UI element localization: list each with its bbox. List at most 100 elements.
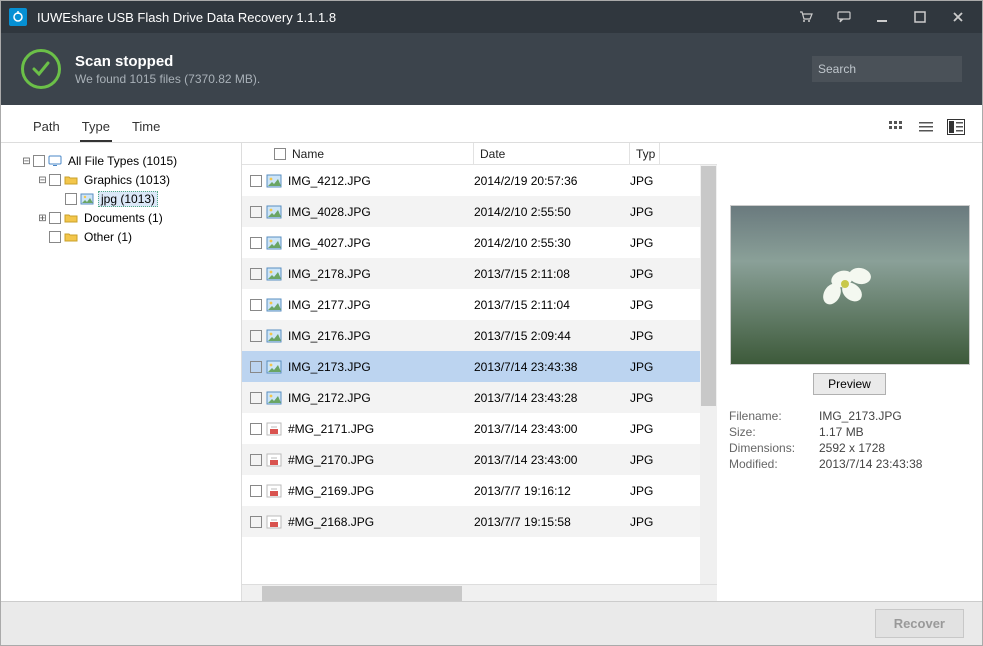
- file-type: JPG: [630, 515, 660, 529]
- search-box[interactable]: [812, 56, 962, 82]
- tree-collapse-icon[interactable]: ⊟: [21, 156, 32, 167]
- file-date: 2013/7/14 23:43:28: [474, 391, 630, 405]
- status-subtext: We found 1015 files (7370.82 MB).: [75, 72, 260, 86]
- view-detail-icon[interactable]: [948, 120, 964, 134]
- search-input[interactable]: [818, 62, 973, 76]
- tree-expand-icon[interactable]: ⊞: [37, 213, 48, 224]
- checkbox[interactable]: [65, 193, 77, 205]
- feedback-icon[interactable]: [836, 9, 852, 25]
- preview-panel: Preview Filename: IMG_2173.JPG Size: 1.1…: [717, 143, 982, 601]
- file-row[interactable]: #MG_2171.JPG2013/7/14 23:43:00JPG: [242, 413, 717, 444]
- file-row[interactable]: IMG_2177.JPG2013/7/15 2:11:04JPG: [242, 289, 717, 320]
- preview-button[interactable]: Preview: [813, 373, 886, 395]
- file-row[interactable]: IMG_2172.JPG2013/7/14 23:43:28JPG: [242, 382, 717, 413]
- col-type[interactable]: Typ: [630, 143, 660, 164]
- folder-icon: [64, 231, 78, 243]
- file-row[interactable]: IMG_4027.JPG2014/2/10 2:55:30JPG: [242, 227, 717, 258]
- checkbox[interactable]: [250, 361, 262, 373]
- view-list-icon[interactable]: [918, 120, 934, 134]
- file-name: IMG_4028.JPG: [288, 205, 474, 219]
- checkbox[interactable]: [250, 516, 262, 528]
- file-row[interactable]: #MG_2168.JPG2013/7/7 19:15:58JPG: [242, 506, 717, 537]
- file-row[interactable]: IMG_2173.JPG2013/7/14 23:43:38JPG: [242, 351, 717, 382]
- file-row[interactable]: IMG_2176.JPG2013/7/15 2:09:44JPG: [242, 320, 717, 351]
- file-type: JPG: [630, 391, 660, 405]
- tree-graphics[interactable]: ⊟Graphics (1013): [37, 171, 237, 189]
- checkbox[interactable]: [250, 423, 262, 435]
- file-row[interactable]: IMG_2178.JPG2013/7/15 2:11:08JPG: [242, 258, 717, 289]
- checkbox[interactable]: [250, 268, 262, 280]
- maximize-icon[interactable]: [912, 9, 928, 25]
- scrollbar-thumb[interactable]: [701, 166, 716, 406]
- file-name: #MG_2170.JPG: [288, 453, 474, 467]
- file-date: 2013/7/15 2:11:08: [474, 267, 630, 281]
- tree-documents[interactable]: ⊞Documents (1): [37, 209, 237, 227]
- file-date: 2013/7/15 2:11:04: [474, 298, 630, 312]
- minimize-icon[interactable]: [874, 9, 890, 25]
- file-type: JPG: [630, 205, 660, 219]
- checkbox[interactable]: [250, 299, 262, 311]
- image-icon: [266, 205, 282, 219]
- file-list-header: Name Date Typ: [242, 143, 717, 165]
- vertical-scrollbar[interactable]: [700, 165, 717, 584]
- file-type: JPG: [630, 267, 660, 281]
- window-title: IUWEshare USB Flash Drive Data Recovery …: [37, 10, 798, 25]
- col-name[interactable]: Name: [292, 147, 324, 161]
- checkbox[interactable]: [250, 237, 262, 249]
- meta-modified-label: Modified:: [729, 457, 819, 471]
- col-date[interactable]: Date: [474, 143, 630, 164]
- meta-filename-value: IMG_2173.JPG: [819, 409, 970, 423]
- file-date: 2013/7/14 23:43:38: [474, 360, 630, 374]
- view-grid-icon[interactable]: [888, 120, 904, 134]
- image-icon: [266, 267, 282, 281]
- tab-time[interactable]: Time: [130, 113, 162, 142]
- tree-root[interactable]: ⊟All File Types (1015): [21, 152, 237, 170]
- checkbox[interactable]: [250, 206, 262, 218]
- recover-button[interactable]: Recover: [875, 609, 964, 638]
- select-all-checkbox[interactable]: [274, 148, 286, 160]
- cart-icon[interactable]: [798, 9, 814, 25]
- image-icon: [266, 174, 282, 188]
- sidebar-tree: ⊟All File Types (1015) ⊟Graphics (1013) …: [1, 143, 241, 601]
- scrollbar-thumb[interactable]: [262, 586, 462, 601]
- checkbox[interactable]: [250, 392, 262, 404]
- file-row[interactable]: IMG_4212.JPG2014/2/19 20:57:36JPG: [242, 165, 717, 196]
- tree-other[interactable]: ·Other (1): [37, 228, 237, 246]
- checkbox[interactable]: [33, 155, 45, 167]
- file-date: 2014/2/10 2:55:30: [474, 236, 630, 250]
- file-name: #MG_2169.JPG: [288, 484, 474, 498]
- file-date: 2013/7/14 23:43:00: [474, 453, 630, 467]
- checkbox[interactable]: [49, 174, 61, 186]
- close-icon[interactable]: [950, 9, 966, 25]
- tree-jpg[interactable]: ·jpg (1013): [53, 190, 237, 208]
- checkbox[interactable]: [49, 212, 61, 224]
- broken-image-icon: [266, 515, 282, 529]
- meta-dimensions-value: 2592 x 1728: [819, 441, 970, 455]
- file-row[interactable]: #MG_2170.JPG2013/7/14 23:43:00JPG: [242, 444, 717, 475]
- status-bar: Scan stopped We found 1015 files (7370.8…: [1, 33, 982, 105]
- file-row[interactable]: IMG_4028.JPG2014/2/10 2:55:50JPG: [242, 196, 717, 227]
- tree-collapse-icon[interactable]: ⊟: [37, 175, 48, 186]
- file-name: IMG_4212.JPG: [288, 174, 474, 188]
- file-row[interactable]: #MG_2169.JPG2013/7/7 19:16:12JPG: [242, 475, 717, 506]
- checkbox[interactable]: [250, 454, 262, 466]
- file-type: JPG: [630, 484, 660, 498]
- status-heading: Scan stopped: [75, 53, 260, 70]
- file-name: IMG_2172.JPG: [288, 391, 474, 405]
- checkbox[interactable]: [250, 175, 262, 187]
- file-type: JPG: [630, 174, 660, 188]
- image-icon: [266, 360, 282, 374]
- tab-type[interactable]: Type: [80, 113, 112, 142]
- meta-dimensions-label: Dimensions:: [729, 441, 819, 455]
- checkbox[interactable]: [250, 330, 262, 342]
- broken-image-icon: [266, 484, 282, 498]
- meta-modified-value: 2013/7/14 23:43:38: [819, 457, 970, 471]
- file-date: 2013/7/15 2:09:44: [474, 329, 630, 343]
- horizontal-scrollbar[interactable]: [242, 584, 717, 601]
- file-list: Name Date Typ IMG_4212.JPG2014/2/19 20:5…: [241, 143, 717, 601]
- meta-size-label: Size:: [729, 425, 819, 439]
- checkbox[interactable]: [49, 231, 61, 243]
- file-type: JPG: [630, 453, 660, 467]
- tab-path[interactable]: Path: [31, 113, 62, 142]
- checkbox[interactable]: [250, 485, 262, 497]
